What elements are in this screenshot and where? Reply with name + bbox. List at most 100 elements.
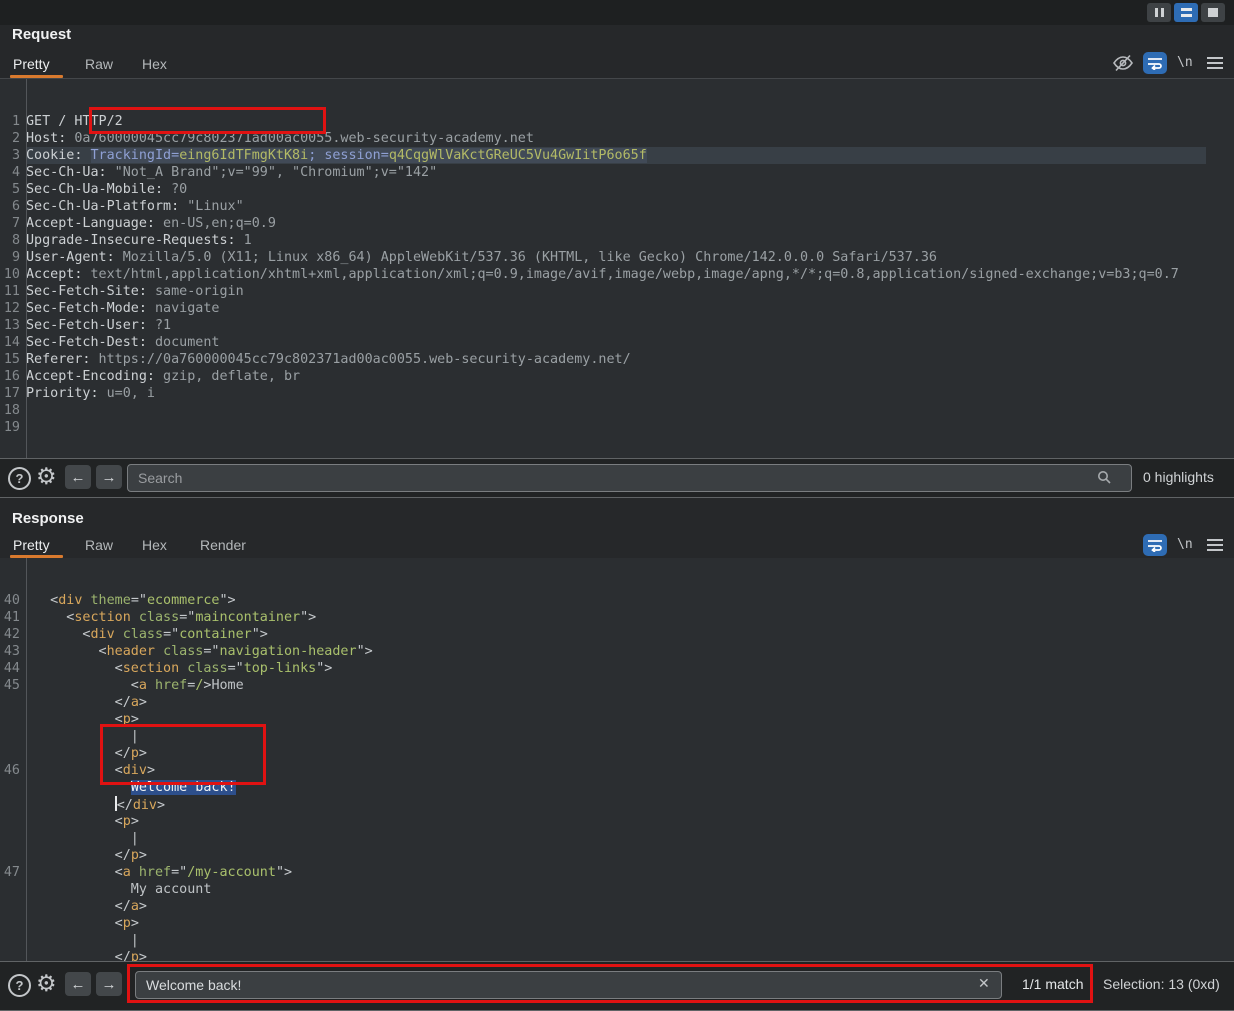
request-tab-hex[interactable]: Hex <box>142 49 167 78</box>
help-icon[interactable]: ? <box>8 467 31 490</box>
code-line[interactable]: 2Host: 0a760000045cc79c802371ad00ac0055.… <box>0 130 1234 147</box>
code-line[interactable]: 43 <header class="navigation-header"> <box>0 643 1234 660</box>
code-line[interactable]: 9User-Agent: Mozilla/5.0 (X11; Linux x86… <box>0 249 1234 266</box>
code-line[interactable]: <p> <box>0 711 1234 728</box>
code-line[interactable]: 40 <div theme="ecommerce"> <box>0 592 1234 609</box>
code-token: User-Agent: <box>26 250 115 265</box>
code-line[interactable]: </div> <box>0 796 1234 813</box>
code-line[interactable]: 47 <a href="/my-account"> <box>0 864 1234 881</box>
clear-search-icon[interactable]: ✕ <box>978 975 990 992</box>
response-tab-raw[interactable]: Raw <box>85 532 113 558</box>
code-line[interactable]: 16Accept-Encoding: gzip, deflate, br <box>0 368 1234 385</box>
code-line[interactable]: 14Sec-Fetch-Dest: document <box>0 334 1234 351</box>
show-newlines-icon[interactable]: \n <box>1177 537 1193 552</box>
code-token <box>155 644 163 659</box>
code-token: ?0 <box>163 182 187 197</box>
code-token: header <box>107 644 155 659</box>
response-search-input[interactable] <box>135 971 1002 999</box>
code-line[interactable]: </p> <box>0 949 1234 961</box>
code-token: top-links <box>244 661 317 676</box>
request-menu-icon[interactable] <box>1207 57 1223 59</box>
search-magnifier-icon[interactable] <box>1096 469 1112 490</box>
code-line[interactable]: </p> <box>0 847 1234 864</box>
code-token: class <box>139 610 179 625</box>
code-token: gzip, deflate, br <box>155 369 300 384</box>
show-newlines-icon[interactable]: \n <box>1177 55 1193 70</box>
code-token: > <box>139 746 147 761</box>
code-line[interactable]: 46 <div> <box>0 762 1234 779</box>
code-token: href <box>139 865 171 880</box>
help-icon[interactable]: ? <box>8 974 31 997</box>
code-token: u=0, i <box>99 386 155 401</box>
line-number: 10 <box>0 266 26 283</box>
code-line[interactable]: Welcome back! <box>0 779 1234 796</box>
response-tab-hex[interactable]: Hex <box>142 532 167 558</box>
code-token <box>26 780 131 795</box>
next-match-button[interactable]: → <box>96 972 122 996</box>
request-search-input[interactable] <box>127 464 1132 492</box>
code-line[interactable]: <p> <box>0 915 1234 932</box>
request-editor[interactable]: 1GET / HTTP/22Host: 0a760000045cc79c8023… <box>0 79 1234 458</box>
code-line[interactable]: 44 <section class="top-links"> <box>0 660 1234 677</box>
settings-gear-icon[interactable]: ⚙ <box>36 465 57 487</box>
code-line[interactable]: 12Sec-Fetch-Mode: navigate <box>0 300 1234 317</box>
response-menu-icon[interactable] <box>1207 539 1223 541</box>
line-number: 42 <box>0 626 26 643</box>
code-line[interactable]: 18 <box>0 402 1234 419</box>
code-token: theme <box>91 593 131 608</box>
code-line[interactable]: 15Referer: https://0a760000045cc79c80237… <box>0 351 1234 368</box>
selection-info: Selection: 13 (0xd) <box>1103 976 1220 992</box>
gutter-divider <box>26 79 27 458</box>
code-line[interactable]: <p> <box>0 813 1234 830</box>
request-tab-raw[interactable]: Raw <box>85 49 113 78</box>
code-line[interactable]: 4Sec-Ch-Ua: "Not_A Brand";v="99", "Chrom… <box>0 164 1234 181</box>
code-line[interactable]: 42 <div class="container"> <box>0 626 1234 643</box>
code-line[interactable]: | <box>0 932 1234 949</box>
response-editor[interactable]: 40 <div theme="ecommerce">41 <section cl… <box>0 558 1234 961</box>
previous-match-button[interactable]: ← <box>65 972 91 996</box>
code-token: section <box>123 661 179 676</box>
request-tab-pretty[interactable]: Pretty <box>13 49 50 78</box>
response-panel-title: Response <box>12 510 84 527</box>
code-line[interactable]: | <box>0 830 1234 847</box>
code-line[interactable]: 41 <section class="maincontainer"> <box>0 609 1234 626</box>
code-line[interactable]: 8Upgrade-Insecure-Requests: 1 <box>0 232 1234 249</box>
hide-matches-icon[interactable] <box>1112 54 1134 77</box>
layout-single-button[interactable] <box>1201 3 1225 22</box>
code-line[interactable]: 1GET / HTTP/2 <box>0 113 1234 130</box>
code-line[interactable]: 7Accept-Language: en-US,en;q=0.9 <box>0 215 1234 232</box>
code-token: ecommerce <box>147 593 220 608</box>
code-token: = <box>171 148 179 163</box>
next-match-button[interactable]: → <box>96 465 122 489</box>
settings-gear-icon[interactable]: ⚙ <box>36 972 57 994</box>
layout-columns-button[interactable] <box>1147 3 1171 22</box>
code-line[interactable]: </a> <box>0 898 1234 915</box>
code-token: > <box>139 695 147 710</box>
code-line[interactable]: 10Accept: text/html,application/xhtml+xm… <box>0 266 1234 283</box>
code-token: Mozilla/5.0 (X11; Linux x86_64) AppleWeb… <box>115 250 937 265</box>
previous-match-button[interactable]: ← <box>65 465 91 489</box>
code-line[interactable]: | <box>0 728 1234 745</box>
code-line[interactable]: </p> <box>0 745 1234 762</box>
soft-wrap-icon[interactable] <box>1143 534 1167 556</box>
code-token: Accept: <box>26 267 82 282</box>
code-line[interactable]: 19 <box>0 419 1234 436</box>
response-tab-render[interactable]: Render <box>200 532 246 558</box>
code-line[interactable]: 5Sec-Ch-Ua-Mobile: ?0 <box>0 181 1234 198</box>
code-line[interactable]: 6Sec-Ch-Ua-Platform: "Linux" <box>0 198 1234 215</box>
line-number: 15 <box>0 351 26 368</box>
soft-wrap-icon[interactable] <box>1143 52 1167 74</box>
code-token: 0a760000045cc79c802371ad00ac0055.web-sec… <box>66 131 534 146</box>
code-line[interactable]: 13Sec-Fetch-User: ?1 <box>0 317 1234 334</box>
code-line[interactable]: </a> <box>0 694 1234 711</box>
code-token: < <box>26 661 123 676</box>
code-line[interactable]: 3Cookie: TrackingId=eing6IdTFmgKtK8i; se… <box>0 147 1234 164</box>
code-token: a <box>123 865 131 880</box>
code-line[interactable]: 45 <a href=/>Home <box>0 677 1234 694</box>
layout-rows-button[interactable] <box>1174 3 1198 22</box>
code-line[interactable]: My account <box>0 881 1234 898</box>
code-line[interactable]: 11Sec-Fetch-Site: same-origin <box>0 283 1234 300</box>
code-line[interactable]: 17Priority: u=0, i <box>0 385 1234 402</box>
code-token: section <box>74 610 130 625</box>
code-token: "> <box>300 610 316 625</box>
